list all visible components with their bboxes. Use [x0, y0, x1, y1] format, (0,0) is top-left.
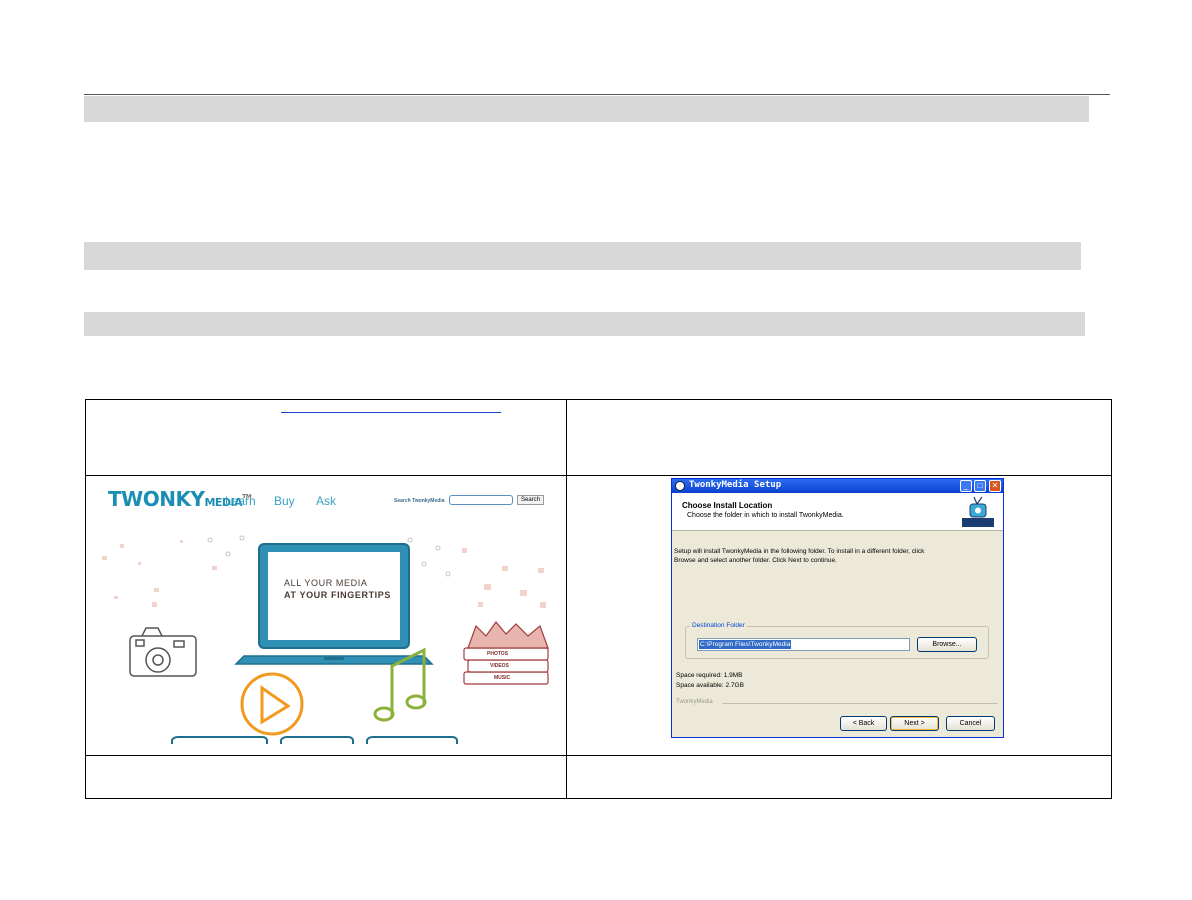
destination-folder-value: C:\Program Files\TwonkyMedia — [699, 640, 792, 649]
back-button[interactable]: < Back — [840, 716, 887, 731]
table-divider — [86, 475, 1111, 476]
app-icon — [675, 481, 685, 491]
maximize-button[interactable]: □ — [974, 480, 986, 492]
header-rule — [84, 94, 1110, 95]
laptop-icon — [234, 543, 434, 665]
header-title: Choose Install Location — [682, 501, 773, 510]
play-icon — [240, 672, 304, 736]
space-required-text: Space required: 1.9MB — [676, 672, 743, 679]
hero-illustration — [102, 535, 549, 744]
hyperlink-underline[interactable] — [281, 412, 501, 413]
stack-label-music: MUSIC — [494, 675, 511, 681]
instructions-line-1: Setup will install TwonkyMedia in the fo… — [674, 548, 925, 555]
minimize-button[interactable]: _ — [960, 480, 972, 492]
camera-icon — [129, 627, 197, 677]
cancel-button[interactable]: Cancel — [946, 716, 995, 731]
twonky-website-screenshot: TWONKYMEDIATM Learn Buy Ask Search Twonk… — [92, 478, 554, 744]
table-divider — [566, 400, 567, 798]
space-available-text: Space available: 2.7GB — [676, 682, 744, 689]
shaded-heading-bar — [84, 96, 1089, 122]
dialog-header: Choose Install Location Choose the folde… — [672, 493, 1003, 531]
instructions-text: Setup will install TwonkyMedia in the fo… — [674, 547, 994, 565]
hero-headline: ALL YOUR MEDIA — [284, 578, 368, 588]
twonky-setup-dialog: TwonkyMedia Setup _ □ ✕ Choose Install L… — [671, 478, 1004, 738]
branding-divider — [722, 703, 998, 704]
instructions-line-2: Browse and select another folder. Click … — [674, 557, 837, 564]
header-logo-text: TWONKY — [962, 519, 989, 525]
destination-folder-label: Destination Folder — [690, 622, 747, 629]
close-button[interactable]: ✕ — [989, 480, 1001, 492]
shaded-heading-bar — [84, 312, 1085, 336]
bottom-nav-tabs — [171, 736, 458, 744]
shaded-heading-bar — [84, 242, 1081, 270]
branding-text: TwonkyMedia — [676, 699, 713, 705]
hero-subheadline: AT YOUR FINGERTIPS — [284, 590, 391, 600]
stack-label-videos: VIDEOS — [490, 663, 509, 669]
header-subtitle: Choose the folder in which to install Tw… — [687, 512, 844, 519]
browse-button[interactable]: Browse... — [917, 637, 977, 652]
window-title: TwonkyMedia Setup — [689, 480, 782, 490]
window-titlebar[interactable]: TwonkyMedia Setup _ □ ✕ — [672, 479, 1003, 493]
stack-label-photos: PHOTOS — [487, 651, 509, 657]
next-button[interactable]: Next > — [890, 716, 939, 731]
destination-folder-input[interactable]: C:\Program Files\TwonkyMedia — [697, 638, 910, 651]
table-divider — [86, 755, 1111, 756]
